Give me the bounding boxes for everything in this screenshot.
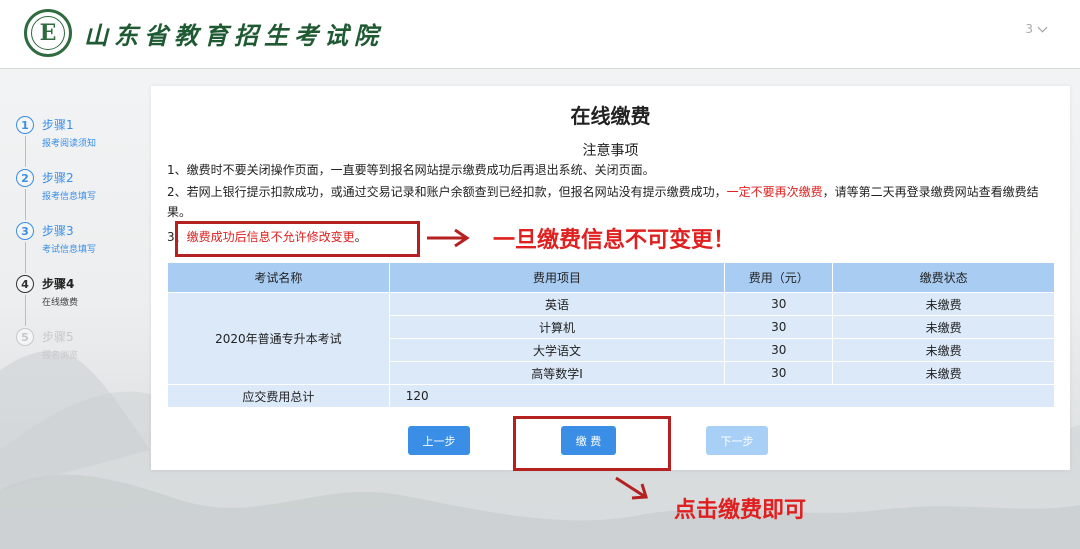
fee-amount-cell: 30 [724, 292, 834, 316]
fee-item-cell: 计算机 [388, 315, 726, 339]
header-pay-status: 缴费状态 [832, 262, 1055, 293]
logo-letter: E [39, 20, 57, 46]
highlight-box-notice [175, 221, 420, 257]
step-connector [25, 295, 26, 326]
top-header: E 山东省教育招生考试院 3 [0, 0, 1080, 69]
logo-emblem-icon: E [31, 16, 65, 50]
step-2[interactable]: 2 步骤2 报考信息填写 [16, 167, 146, 220]
fee-item-cell: 大学语文 [388, 338, 726, 362]
step-3[interactable]: 3 步骤3 考试信息填写 [16, 220, 146, 273]
page-title: 在线缴费 [570, 104, 651, 128]
notice-2-warning: 一定不要再次缴费 [726, 185, 823, 199]
prev-step-button[interactable]: 上一步 [408, 426, 470, 455]
next-step-button: 下一步 [706, 426, 768, 455]
user-label: 3 [1025, 22, 1033, 36]
step-subtitle: 考试信息填写 [42, 245, 97, 255]
fee-item-cell: 英语 [388, 292, 726, 316]
notice-item-1: 1、缴费时不要关闭操作页面，一直要等到报名网站提示缴费成功后再退出系统、关闭页面… [167, 163, 655, 177]
step-connector [25, 242, 26, 273]
fee-amount-cell: 30 [724, 361, 834, 385]
step-title: 步骤2 [42, 171, 74, 185]
pay-status-cell: 未缴费 [832, 338, 1055, 362]
annotation-click-pay: 点击缴费即可 [674, 498, 807, 523]
exam-institute-logo: E [24, 9, 72, 57]
exam-name-cell: 2020年普通专升本考试 [167, 292, 390, 385]
step-number: 2 [16, 169, 34, 187]
step-number: 3 [16, 222, 34, 240]
header-fee-item: 费用项目 [388, 262, 726, 293]
step-title: 步骤4 [42, 277, 75, 291]
step-subtitle: 报考信息填写 [42, 192, 97, 202]
header-fee-amount: 费用（元） [724, 262, 834, 293]
pay-status-cell: 未缴费 [832, 292, 1055, 316]
fee-amount-cell: 30 [724, 315, 834, 339]
step-4[interactable]: 4 步骤4 在线缴费 [16, 273, 146, 326]
step-subtitle: 报考阅读须知 [42, 139, 97, 149]
step-title: 步骤1 [42, 118, 74, 132]
payment-card: 在线缴费 注意事项 1、缴费时不要关闭操作页面，一直要等到报名网站提示缴费成功后… [151, 86, 1070, 470]
table-header-row: 考试名称 费用项目 费用（元） 缴费状态 [167, 262, 1055, 293]
arrow-right-icon [427, 228, 470, 248]
step-subtitle: 报名浏览 [42, 351, 79, 361]
header-exam-name: 考试名称 [167, 262, 390, 293]
step-number: 4 [16, 275, 34, 293]
step-number: 1 [16, 116, 34, 134]
step-5: 5 步骤5 报名浏览 [16, 326, 146, 379]
step-connector [25, 189, 26, 220]
step-title: 步骤3 [42, 224, 74, 238]
arrow-down-right-icon [615, 476, 648, 500]
fee-amount-cell: 30 [724, 338, 834, 362]
fee-table: 考试名称 费用项目 费用（元） 缴费状态 2020年普通专升本考试 英语 30 … [167, 262, 1056, 408]
site-title: 山东省教育招生考试院 [84, 21, 384, 50]
pay-status-cell: 未缴费 [832, 361, 1055, 385]
total-label-cell: 应交费用总计 [167, 384, 390, 408]
annotation-info-unchangeable: 一旦缴费信息不可变更！ [493, 228, 736, 253]
table-row: 2020年普通专升本考试 英语 30 未缴费 [167, 292, 1055, 385]
total-value-cell: 120 [388, 384, 1056, 408]
step-navigation: 1 步骤1 报考阅读须知 2 步骤2 报考信息填写 3 步骤3 考试信息填写 4… [16, 114, 146, 379]
user-menu[interactable]: 3 [1025, 22, 1048, 36]
step-1[interactable]: 1 步骤1 报考阅读须知 [16, 114, 146, 167]
step-title: 步骤5 [42, 330, 74, 344]
total-row: 应交费用总计 120 [167, 384, 1056, 408]
fee-item-cell: 高等数学Ⅰ [388, 361, 726, 385]
highlight-box-pay [513, 416, 671, 471]
step-number: 5 [16, 328, 34, 346]
notice-item-2: 2、若网上银行提示扣款成功，或通过交易记录和账户余额查到已经扣款，但报名网站没有… [167, 182, 1059, 222]
pay-status-cell: 未缴费 [832, 315, 1055, 339]
chevron-down-icon [1037, 22, 1048, 32]
notice-title: 注意事项 [582, 143, 639, 159]
step-subtitle: 在线缴费 [42, 298, 79, 308]
step-connector [25, 136, 26, 167]
notice-2-text-a: 2、若网上银行提示扣款成功，或通过交易记录和账户余额查到已经扣款，但报名网站没有… [167, 185, 727, 199]
